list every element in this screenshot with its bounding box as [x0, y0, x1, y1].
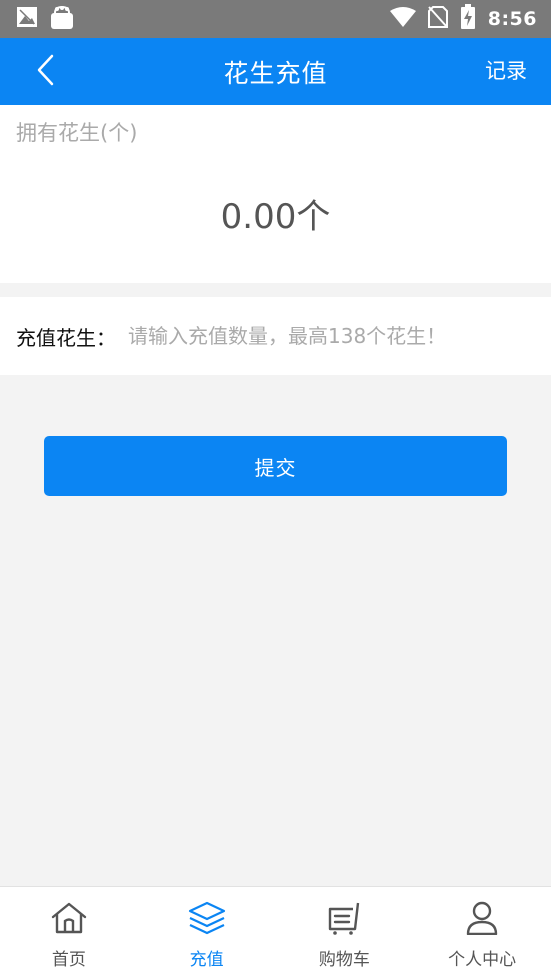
layers-icon [188, 901, 226, 939]
status-time: 8:56 [487, 8, 537, 30]
recharge-label: 充值花生： [16, 325, 116, 350]
tab-label: 购物车 [318, 950, 370, 970]
balance-label: 拥有花生(个) [16, 121, 138, 145]
home-icon [50, 901, 88, 939]
back-button[interactable] [30, 54, 60, 90]
photo-icon [16, 6, 38, 32]
back-chevron-icon [36, 54, 54, 90]
tab-recharge[interactable]: 充值 [138, 887, 276, 979]
user-icon [463, 901, 501, 939]
bag-icon [50, 4, 74, 34]
status-bar: 8:56 [0, 0, 551, 38]
record-button[interactable]: 记录 [485, 56, 527, 86]
no-sim-icon [427, 6, 448, 32]
balance-card: 拥有花生(个) 0.00个 [0, 105, 551, 283]
balance-amount: 0.00个 [220, 197, 331, 237]
recharge-row: 充值花生： [0, 297, 551, 375]
tab-cart[interactable]: 购物车 [276, 887, 414, 979]
wifi-icon [389, 7, 416, 31]
status-left [16, 4, 74, 34]
tab-bar: 首页 充值 购物车 个人中心 [0, 886, 551, 979]
cart-icon [325, 901, 363, 939]
nav-bar: 花生充值 记录 [0, 38, 551, 105]
tab-home[interactable]: 首页 [0, 887, 138, 979]
tab-profile[interactable]: 个人中心 [413, 887, 551, 979]
tab-label: 首页 [51, 950, 86, 970]
page-title: 花生充值 [223, 58, 328, 88]
tab-label: 充值 [189, 950, 224, 970]
tab-label: 个人中心 [448, 950, 517, 970]
submit-button[interactable]: 提交 [44, 436, 507, 496]
status-right: 8:56 [389, 4, 537, 34]
battery-charging-icon [460, 4, 476, 34]
recharge-amount-input[interactable] [128, 324, 551, 348]
